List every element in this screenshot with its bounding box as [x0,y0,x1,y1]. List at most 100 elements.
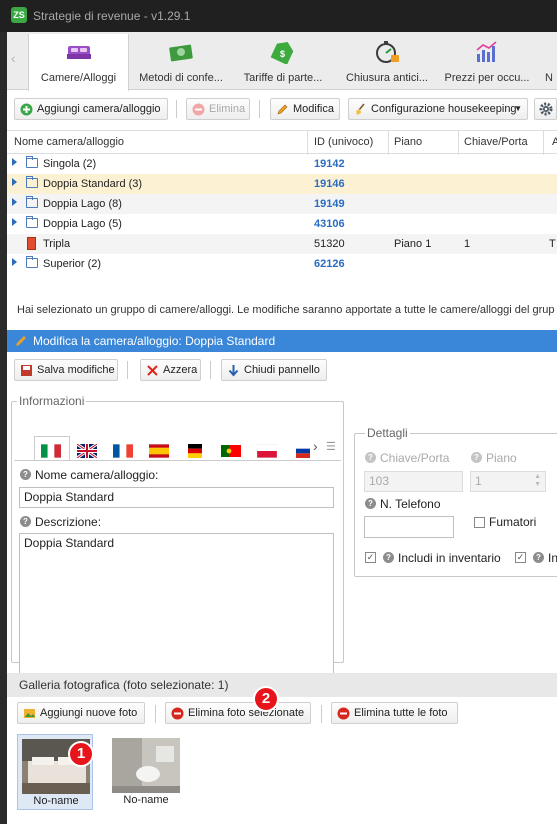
cell-id: 51320 [314,238,345,250]
room-name-input[interactable]: Doppia Standard [19,487,334,508]
france-flag-icon[interactable] [113,444,133,458]
col-separator [543,131,544,155]
table-row-selected[interactable]: Doppia Standard (3) 19146 [7,174,557,194]
minus-circle-icon [192,103,205,116]
help-icon[interactable]: ? [365,498,376,509]
smokers-checkbox[interactable] [474,517,485,528]
help-icon[interactable]: ? [20,469,31,480]
tab-metodi[interactable]: Metodi di confe... [133,34,229,90]
help-icon[interactable]: ? [383,552,394,563]
tab-chiusura[interactable]: Chiusura antici... [337,34,437,90]
room-name-label-text: Nome camera/alloggio: [35,468,159,482]
add-room-button[interactable]: Aggiungi camera/alloggio [14,98,168,120]
help-icon[interactable]: ? [365,452,376,463]
broom-icon [356,103,365,115]
save-changes-button[interactable]: Salva modifiche [14,359,118,381]
phone-input[interactable] [364,516,454,538]
col-header-floor[interactable]: Piano [394,136,422,148]
delete-selected-photos-button[interactable]: Elimina foto selezionate [165,702,311,724]
table-row[interactable]: Doppia Lago (5) 43106 [7,214,557,234]
col-header-name[interactable]: Nome camera/alloggio [14,136,124,148]
expand-arrow-icon[interactable] [12,198,17,206]
expand-arrow-icon[interactable] [12,158,17,166]
table-row[interactable]: Doppia Lago (8) 19149 [7,194,557,214]
room-name-label: ? Nome camera/alloggio: [20,468,158,482]
add-photos-label: Aggiungi nuove foto [40,707,138,719]
photo-thumbnail[interactable]: No-name [108,734,184,810]
cell-key: 1 [464,238,471,250]
help-icon[interactable]: ? [533,552,544,563]
col-header-key[interactable]: Chiave/Porta [464,136,528,148]
tab-label: Tariffe di parte... [243,72,323,84]
cell-id[interactable]: 19142 [314,158,345,170]
inventory-checkbox[interactable]: ✓ [365,552,376,563]
key-door-input[interactable]: 103 [364,471,463,492]
close-panel-label: Chiudi pannello [244,364,320,376]
description-textarea[interactable]: Doppia Standard [19,533,334,679]
delete-button[interactable]: Elimina [186,98,250,120]
delete-all-photos-button[interactable]: Elimina tutte le foto [331,702,458,724]
cell-id[interactable]: 62126 [314,258,345,270]
tab-tariffe[interactable]: $ Tariffe di parte... [233,34,333,90]
money-icon [169,44,193,62]
edit-button[interactable]: Modifica [270,98,340,120]
annotation-badge-1: 1 [68,741,94,767]
tabs-divider [14,460,341,461]
cell-name: Tripla [43,238,71,250]
info-legend: Informazioni [17,394,87,408]
portugal-flag-icon[interactable] [221,444,241,458]
spain-flag-icon[interactable] [149,444,169,458]
table-row[interactable]: Superior (2) 62126 [7,254,557,274]
poland-flag-icon[interactable] [257,444,277,458]
tab-camere-alloggi[interactable]: Camere/Alloggi [28,34,129,91]
col-separator [388,131,389,155]
minus-circle-icon [171,707,184,720]
tab-next-partial[interactable]: N [541,34,557,90]
app-logo: ZS [11,7,27,23]
italy-flag-icon[interactable] [41,444,61,458]
key-door-label: ? Chiave/Porta [365,451,449,465]
russia-flag-icon[interactable] [293,444,313,458]
separator [259,100,260,118]
help-icon[interactable]: ? [20,516,31,527]
table-row[interactable]: Tripla 51320 Piano 1 1 T [7,234,557,254]
germany-flag-icon[interactable] [185,444,205,458]
key-door-label-text: Chiave/Porta [380,451,450,465]
uk-flag-icon[interactable] [77,444,97,458]
reset-button[interactable]: Azzera [140,359,201,381]
bathroom-photo [112,738,180,793]
col-header-extra[interactable]: A [552,136,557,148]
main-panel: ‹ Camere/Alloggi Metodi di confe... $ Ta… [7,32,557,824]
expand-arrow-icon[interactable] [12,258,17,266]
chevron-right-icon[interactable]: › [313,438,318,454]
add-photos-button[interactable]: Aggiungi nuove foto [17,702,145,724]
second-option-checkbox[interactable]: ✓ [515,552,526,563]
stepper-arrows-icon[interactable]: ▲ ▼ [534,473,541,489]
expand-arrow-icon[interactable] [12,218,17,226]
separator [176,100,177,118]
close-panel-button[interactable]: Chiudi pannello [221,359,327,381]
table-row[interactable]: Singola (2) 19142 [7,154,557,174]
cell-name: Doppia Lago (5) [43,218,122,230]
stopwatch-lock-icon [376,41,399,63]
col-header-id[interactable]: ID (univoco) [314,136,373,148]
housekeeping-config-button[interactable]: Configurazione housekeeping ▼ [348,98,528,120]
expand-arrow-icon[interactable] [12,178,17,186]
floor-stepper[interactable]: 1 ▲ ▼ [470,471,546,492]
cell-id[interactable]: 19149 [314,198,345,210]
tab-prezzi[interactable]: Prezzi per occu... [437,34,537,90]
bar-chart-icon [476,41,497,62]
help-icon[interactable]: ? [471,452,482,463]
cell-extra: T [549,238,556,250]
nav-scroll-left-icon[interactable]: ‹ [11,50,16,66]
gallery-header: Galleria fotografica (foto selezionate: … [7,673,557,697]
key-door-placeholder: 103 [369,474,390,488]
cell-id[interactable]: 19146 [314,178,345,190]
floor-label: ? Piano [471,451,517,465]
cell-id[interactable]: 43106 [314,218,345,230]
add-room-label: Aggiungi camera/alloggio [37,103,161,115]
folder-icon [26,196,38,208]
list-icon[interactable]: ☰ [326,440,336,453]
cell-floor: Piano 1 [394,238,432,250]
settings-button[interactable] [534,98,557,120]
